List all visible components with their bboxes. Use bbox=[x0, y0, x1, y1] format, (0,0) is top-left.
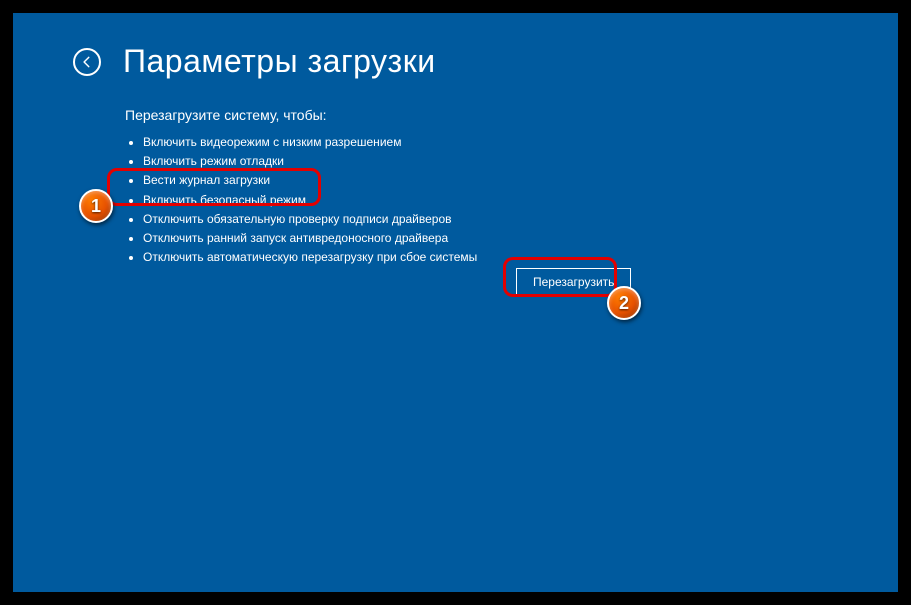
startup-settings-screen: Параметры загрузки Перезагрузите систему… bbox=[13, 13, 898, 592]
window-frame: Параметры загрузки Перезагрузите систему… bbox=[0, 0, 911, 605]
list-item: Включить режим отладки bbox=[143, 152, 477, 171]
restart-button[interactable]: Перезагрузить bbox=[516, 268, 631, 296]
list-item: Отключить обязательную проверку подписи … bbox=[143, 210, 477, 229]
list-item: Отключить ранний запуск антивредоносного… bbox=[143, 229, 477, 248]
annotation-badge-1: 1 bbox=[79, 189, 113, 223]
list-item: Отключить автоматическую перезагрузку пр… bbox=[143, 248, 477, 267]
arrow-left-icon bbox=[80, 55, 94, 69]
list-item: Вести журнал загрузки bbox=[143, 171, 477, 190]
subtitle: Перезагрузите систему, чтобы: bbox=[125, 107, 327, 123]
list-item: Включить безопасный режим bbox=[143, 191, 477, 210]
back-button[interactable] bbox=[73, 48, 101, 76]
page-title: Параметры загрузки bbox=[123, 43, 436, 80]
startup-options-list: Включить видеорежим с низким разрешением… bbox=[143, 133, 477, 267]
list-item: Включить видеорежим с низким разрешением bbox=[143, 133, 477, 152]
header: Параметры загрузки bbox=[73, 43, 436, 80]
